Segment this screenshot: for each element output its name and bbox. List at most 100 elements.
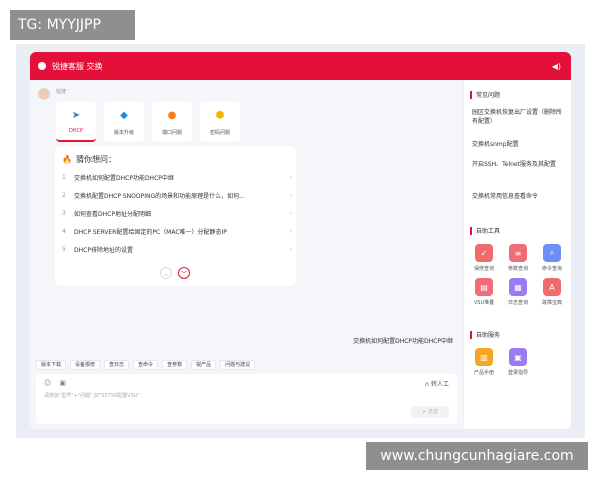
- navigation-icon: ➤: [71, 109, 81, 121]
- chat-area: 锐捷 ➤ DHCP ◆ 版本升级 ● 端口问题 ⬢ 密码问题 🔥 猜你想问： 1…: [30, 80, 463, 429]
- chevron-right-icon: ›: [289, 191, 292, 199]
- sidebar: 常见问题 园区交换机恢复出厂设置（删除所有配置） 交换机snmp配置 开启SSH…: [463, 80, 571, 429]
- item-text: 交换机如何配置DHCP功能DHCP中继: [74, 174, 174, 182]
- quick-card-label: 版本升级: [113, 129, 134, 136]
- image-icon[interactable]: ▣: [59, 379, 66, 387]
- tools-section-title: 自助工具: [470, 226, 500, 235]
- tool-label: VSU堆叠: [473, 300, 495, 306]
- chevron-right-icon: ›: [289, 209, 292, 217]
- list-item[interactable]: 5 DHCP排除地址的设置 ›: [62, 240, 292, 258]
- volume-icon[interactable]: ◀): [552, 62, 561, 71]
- quick-button[interactable]: 查参数: [162, 360, 188, 370]
- robot-icon: [38, 62, 46, 70]
- quick-card-upgrade[interactable]: ◆ 版本升级: [104, 102, 144, 142]
- service-title: 自助服务: [476, 332, 501, 339]
- faq-item[interactable]: 交换机常用信息查看命令: [472, 192, 564, 201]
- password-icon: ⬢: [215, 110, 225, 121]
- item-number: 2: [62, 191, 66, 199]
- upgrade-icon: ◆: [120, 110, 128, 121]
- item-text: DHCP SERVER配置给固定的PC（MAC唯一）分配静态IP: [74, 228, 227, 236]
- send-button[interactable]: ➤ 发送: [411, 406, 449, 418]
- tool-logs[interactable]: ▦ 日志查询: [504, 278, 532, 306]
- service-section-title: 自助服务: [470, 330, 500, 339]
- item-text: 如何查看DHCP地址分配明细: [74, 210, 151, 218]
- emoji-icon[interactable]: ☺: [44, 379, 51, 387]
- list-item[interactable]: 4 DHCP SERVER配置给固定的PC（MAC唯一）分配静态IP ›: [62, 222, 292, 240]
- item-number: 4: [62, 227, 66, 235]
- item-number: 1: [62, 173, 66, 181]
- transfer-human-label: 转人工: [430, 381, 449, 388]
- fault-icon: A: [543, 278, 561, 296]
- service-login-guide[interactable]: ▣ 登录指导: [504, 348, 532, 376]
- stack-icon: ▤: [475, 278, 493, 296]
- manual-icon: ▥: [475, 348, 493, 366]
- transfer-human-button[interactable]: ∩ 转人工: [425, 379, 449, 388]
- input-tools: ☺ ▣: [44, 379, 66, 387]
- tool-label: 保修查询: [473, 266, 494, 272]
- quick-card-dhcp[interactable]: ➤ DHCP: [56, 102, 96, 142]
- tool-faults[interactable]: A 故障宝典: [538, 278, 566, 306]
- list-item[interactable]: 2 交换机配置DHCP SNOOPING的场景和功能原理是什么，如何... ›: [62, 186, 292, 204]
- faq-section-title: 常见问题: [470, 90, 500, 99]
- title-bar: 锐捷客服 交换 ◀): [30, 52, 571, 80]
- faq-title: 常见问题: [476, 92, 501, 99]
- quick-card-label: 密码问题: [209, 129, 230, 136]
- quick-button[interactable]: 锐产品: [191, 360, 217, 370]
- pager: ︿ ﹀: [160, 267, 190, 279]
- tool-warranty[interactable]: ✓ 保修查询: [470, 244, 498, 272]
- list-item[interactable]: 3 如何查看DHCP地址分配明细 ›: [62, 204, 292, 222]
- params-icon: ≡: [509, 244, 527, 262]
- window-title: 锐捷客服 交换: [52, 61, 103, 71]
- quick-card-label: DHCP: [68, 128, 84, 134]
- chevron-right-icon: ›: [289, 227, 292, 235]
- faq-item[interactable]: 交换机snmp配置: [472, 140, 564, 149]
- item-text: 交换机配置DHCP SNOOPING的场景和功能原理是什么，如何...: [74, 192, 245, 200]
- section-marker: [470, 330, 472, 339]
- user-message: 交换机如何配置DHCP功能DHCP中继: [353, 338, 453, 345]
- tool-label: 命令查询: [541, 266, 562, 272]
- list-item[interactable]: 1 交换机如何配置DHCP功能DHCP中继 ›: [62, 168, 292, 186]
- quick-card-port[interactable]: ● 端口问题: [152, 102, 192, 142]
- quick-button[interactable]: 查日志: [104, 360, 130, 370]
- send-icon: ➤: [422, 409, 427, 415]
- suggested-questions-header: 🔥 猜你想问：: [62, 154, 116, 165]
- login-guide-icon: ▣: [509, 348, 527, 366]
- chevron-up-icon[interactable]: ︿: [160, 267, 172, 279]
- quick-buttons: 版本下载 设备报修 查日志 查命令 查参数 锐产品 问题与建议: [36, 360, 256, 370]
- chat-window: 锐捷客服 交换 ◀) 锐捷 ➤ DHCP ◆ 版本升级 ● 端口问题 ⬢ 密码问…: [30, 52, 571, 429]
- item-number: 5: [62, 245, 66, 253]
- quick-card-password[interactable]: ⬢ 密码问题: [200, 102, 240, 142]
- chevron-right-icon: ›: [289, 245, 292, 253]
- watermark: www.chungcunhagiare.com: [366, 442, 588, 470]
- section-marker: [470, 226, 472, 235]
- message-input-box[interactable]: ☺ ▣ ∩ 转人工 请按如"型号"+"问题",如"S5750配置VSU" ➤ 发…: [36, 374, 457, 424]
- quick-button[interactable]: 设备报修: [70, 360, 101, 370]
- item-text: DHCP排除地址的设置: [74, 246, 133, 254]
- tool-vsu[interactable]: ▤ VSU堆叠: [470, 278, 498, 306]
- port-icon: ●: [167, 110, 177, 121]
- bot-name: 锐捷: [56, 89, 67, 95]
- chevron-down-icon[interactable]: ﹀: [178, 267, 190, 279]
- quick-button[interactable]: 问题与建议: [220, 360, 256, 370]
- service-label: 登录指导: [507, 370, 528, 376]
- headset-icon: ∩: [424, 381, 430, 388]
- tool-label: 故障宝典: [541, 300, 562, 306]
- warranty-icon: ✓: [475, 244, 493, 262]
- quick-button[interactable]: 版本下载: [36, 360, 67, 370]
- input-placeholder: 请按如"型号"+"问题",如"S5750配置VSU": [44, 393, 140, 399]
- faq-item[interactable]: 开启SSH、Telnet服务及其配置: [472, 160, 564, 169]
- quick-card-label: 端口问题: [161, 129, 182, 136]
- quick-button[interactable]: 查命令: [133, 360, 159, 370]
- chevron-right-icon: ›: [289, 173, 292, 181]
- tools-title: 自助工具: [476, 228, 501, 235]
- faq-item[interactable]: 园区交换机恢复出厂设置（删除所有配置）: [472, 108, 564, 126]
- tool-label: 日志查询: [507, 300, 528, 306]
- tool-params[interactable]: ≡ 参数查询: [504, 244, 532, 272]
- suggested-questions-title: 猜你想问：: [75, 155, 116, 164]
- service-label: 产品手册: [473, 370, 494, 376]
- command-icon: ⌕: [543, 244, 561, 262]
- overlay-tag: TG: MYYJJPP: [10, 10, 135, 40]
- service-manual[interactable]: ▥ 产品手册: [470, 348, 498, 376]
- tool-commands[interactable]: ⌕ 命令查询: [538, 244, 566, 272]
- log-icon: ▦: [509, 278, 527, 296]
